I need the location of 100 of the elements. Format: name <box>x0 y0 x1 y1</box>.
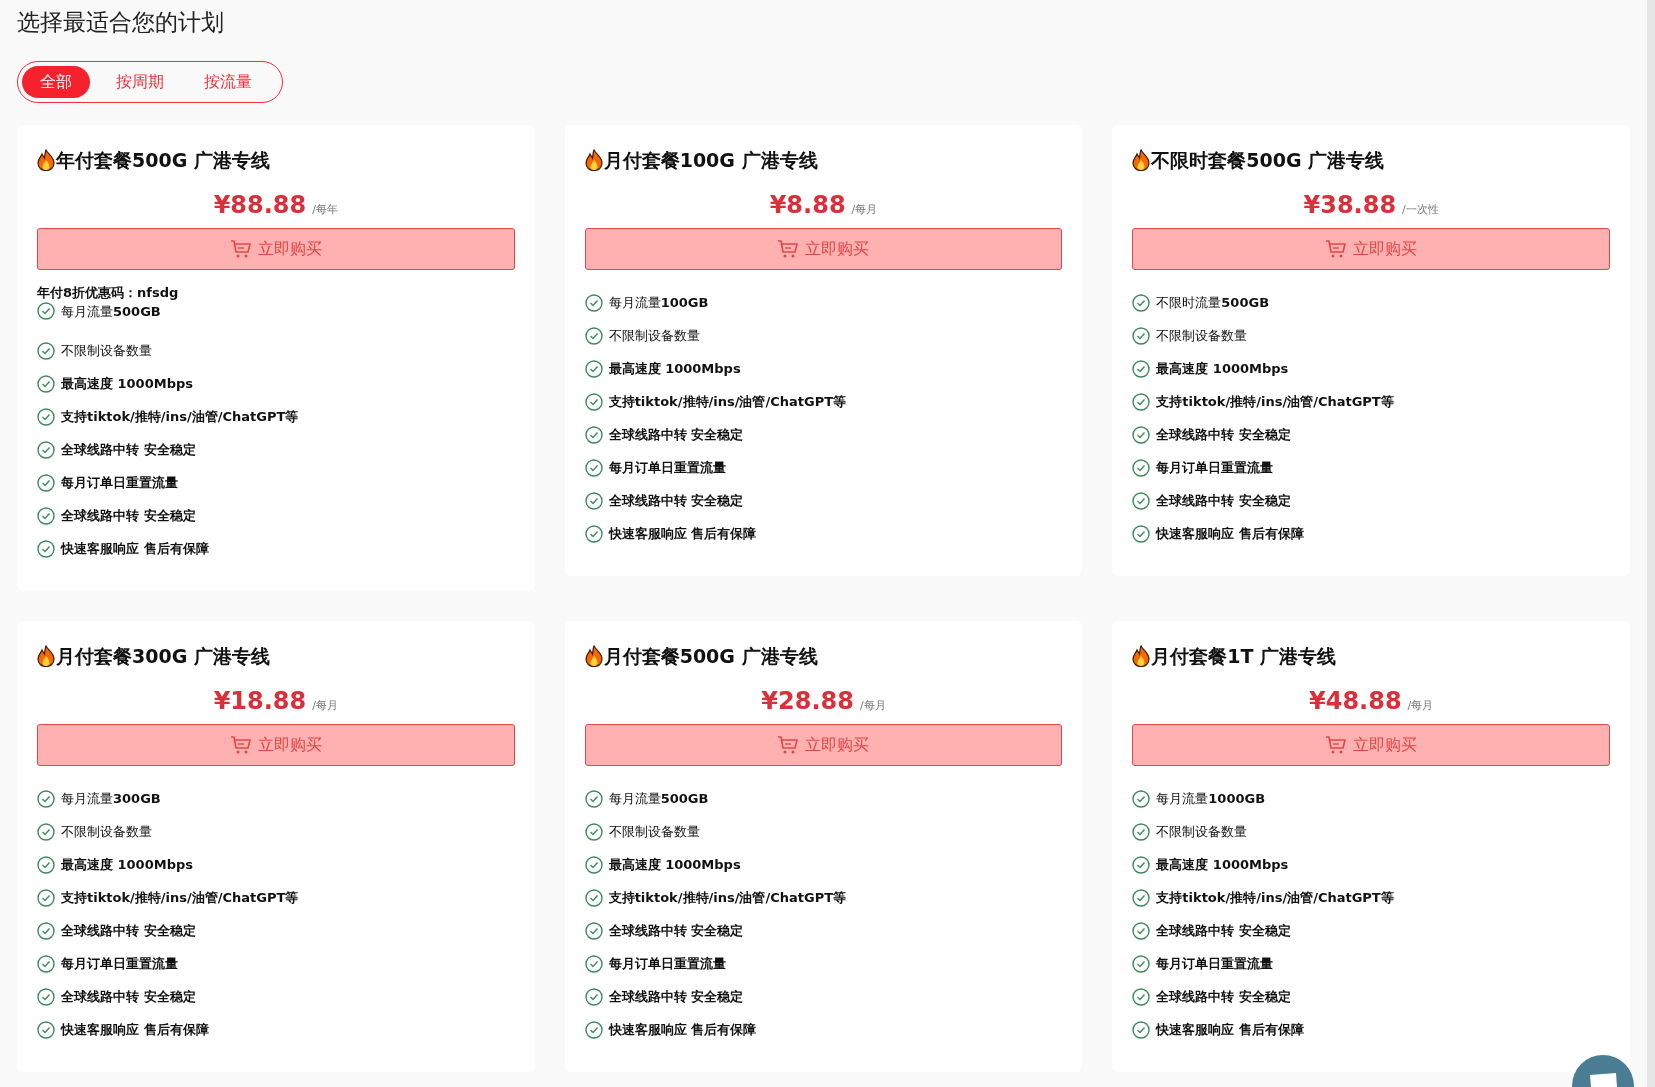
feature-text: 全球线路中转 安全稳定 <box>61 506 196 525</box>
feature-text: 不限制设备数量 <box>608 822 700 841</box>
price: ¥8.88 <box>769 190 846 221</box>
check-circle-icon <box>584 326 603 345</box>
feature-text: 全球线路中转 安全稳定 <box>61 440 196 459</box>
feature-text: 支持tiktok/推特/ins/油管/ChatGPT等 <box>1156 392 1394 411</box>
buy-button[interactable]: 立即购买 <box>1132 228 1610 270</box>
check-circle-icon <box>584 954 603 973</box>
plan-title: 年付套餐500G 广港专线 <box>56 147 270 173</box>
fire-icon <box>1132 149 1151 171</box>
buy-button[interactable]: 立即购买 <box>584 724 1063 766</box>
fire-icon <box>37 645 55 667</box>
feature-text: 全球线路中转 安全稳定 <box>608 987 744 1006</box>
check-circle-icon <box>584 855 603 874</box>
check-circle-icon <box>37 341 55 360</box>
feature-text: 不限制设备数量 <box>1156 326 1248 345</box>
feature-text: 支持tiktok/推特/ins/油管/ChatGPT等 <box>608 888 847 907</box>
filter-tab[interactable]: 全部 <box>22 66 90 98</box>
price: ¥88.88 <box>213 190 307 221</box>
feature-text: 支持tiktok/推特/ins/油管/ChatGPT等 <box>1156 888 1394 907</box>
check-circle-icon <box>37 374 55 393</box>
buy-button[interactable]: 立即购买 <box>37 228 515 270</box>
feature-text: 快速客服响应 售后有保障 <box>608 524 757 543</box>
check-circle-icon <box>37 888 55 907</box>
fire-icon <box>584 645 603 667</box>
billing-period: /每月 <box>859 698 886 714</box>
price: ¥28.88 <box>761 686 854 717</box>
check-circle-icon <box>584 491 603 510</box>
billing-period: /每月 <box>312 698 338 714</box>
feature-text: 快速客服响应 售后有保障 <box>61 1020 209 1039</box>
check-circle-icon <box>1132 524 1151 543</box>
check-circle-icon <box>1132 954 1151 973</box>
feature-text: 最高速度 1000Mbps <box>608 359 741 378</box>
check-circle-icon <box>584 789 603 808</box>
feature-text: 每月订单日重置流量 <box>608 954 726 973</box>
feature-text: 每月流量1000GB <box>1156 789 1266 808</box>
feature-text: 全球线路中转 安全稳定 <box>61 987 196 1006</box>
buy-button[interactable]: 立即购买 <box>37 724 515 766</box>
feature-text: 每月流量100GB <box>608 293 709 312</box>
check-circle-icon <box>584 293 603 312</box>
feature-text: 每月订单日重置流量 <box>1156 954 1274 973</box>
feature-text: 全球线路中转 安全稳定 <box>608 921 744 940</box>
check-circle-icon <box>584 458 603 477</box>
feature-text: 最高速度 1000Mbps <box>61 855 193 874</box>
check-circle-icon <box>37 987 55 1006</box>
feature-text: 支持tiktok/推特/ins/油管/ChatGPT等 <box>61 407 299 426</box>
price: ¥48.88 <box>1309 686 1402 717</box>
cart-icon <box>1325 735 1348 755</box>
feature-text: 最高速度 1000Mbps <box>608 855 741 874</box>
check-circle-icon <box>37 506 55 525</box>
page-heading: 选择最适合您的计划 <box>17 8 225 37</box>
coupon-note: 年付8折优惠码：nfsdg <box>37 284 180 302</box>
check-circle-icon <box>37 539 55 558</box>
check-circle-icon <box>584 888 603 907</box>
check-circle-icon <box>37 954 55 973</box>
check-circle-icon <box>1132 987 1151 1006</box>
check-circle-icon <box>37 822 55 841</box>
check-circle-icon <box>584 1020 603 1039</box>
filter-tab[interactable]: 按周期 <box>102 66 178 98</box>
check-circle-icon <box>584 822 603 841</box>
price: ¥18.88 <box>213 686 307 717</box>
check-circle-icon <box>1132 293 1151 312</box>
feature-text: 全球线路中转 安全稳定 <box>608 491 744 510</box>
feature-text: 每月订单日重置流量 <box>61 954 178 973</box>
check-circle-icon <box>1132 326 1151 345</box>
feature-text: 每月流量300GB <box>61 789 161 808</box>
check-circle-icon <box>1132 1020 1151 1039</box>
plan-title: 月付套餐100G 广港专线 <box>603 147 818 173</box>
billing-period: /每年 <box>312 202 338 218</box>
feature-text: 快速客服响应 售后有保障 <box>608 1020 757 1039</box>
feature-text: 全球线路中转 安全稳定 <box>1156 987 1291 1006</box>
cart-icon <box>1325 239 1348 259</box>
check-circle-icon <box>37 921 55 940</box>
feature-text: 不限制设备数量 <box>608 326 700 345</box>
feature-text: 最高速度 1000Mbps <box>1156 359 1289 378</box>
billing-period: /每月 <box>851 202 878 218</box>
check-circle-icon <box>584 921 603 940</box>
feature-text: 快速客服响应 售后有保障 <box>61 539 209 558</box>
feature-text: 每月订单日重置流量 <box>61 473 178 492</box>
plan-title: 不限时套餐500G 广港专线 <box>1151 147 1385 173</box>
price: ¥38.88 <box>1303 190 1397 221</box>
buy-button[interactable]: 立即购买 <box>1132 724 1610 766</box>
feature-text: 支持tiktok/推特/ins/油管/ChatGPT等 <box>608 392 847 411</box>
check-circle-icon <box>1132 359 1151 378</box>
buy-button[interactable]: 立即购买 <box>584 228 1063 270</box>
check-circle-icon <box>37 473 55 492</box>
cart-icon <box>777 735 800 755</box>
check-circle-icon <box>1132 888 1151 907</box>
check-circle-icon <box>37 855 55 874</box>
feature-text: 最高速度 1000Mbps <box>1156 855 1289 874</box>
check-circle-icon <box>584 524 603 543</box>
plan-title: 月付套餐300G 广港专线 <box>56 643 270 669</box>
feature-text: 每月订单日重置流量 <box>1156 458 1274 477</box>
feature-text: 每月流量500GB <box>61 303 161 321</box>
feature-text: 全球线路中转 安全稳定 <box>1156 491 1291 510</box>
plan-title: 月付套餐500G 广港专线 <box>603 643 818 669</box>
check-circle-icon <box>37 440 55 459</box>
feature-text: 不限制设备数量 <box>61 822 152 841</box>
filter-tab[interactable]: 按流量 <box>190 66 266 98</box>
check-circle-icon <box>1132 425 1151 444</box>
